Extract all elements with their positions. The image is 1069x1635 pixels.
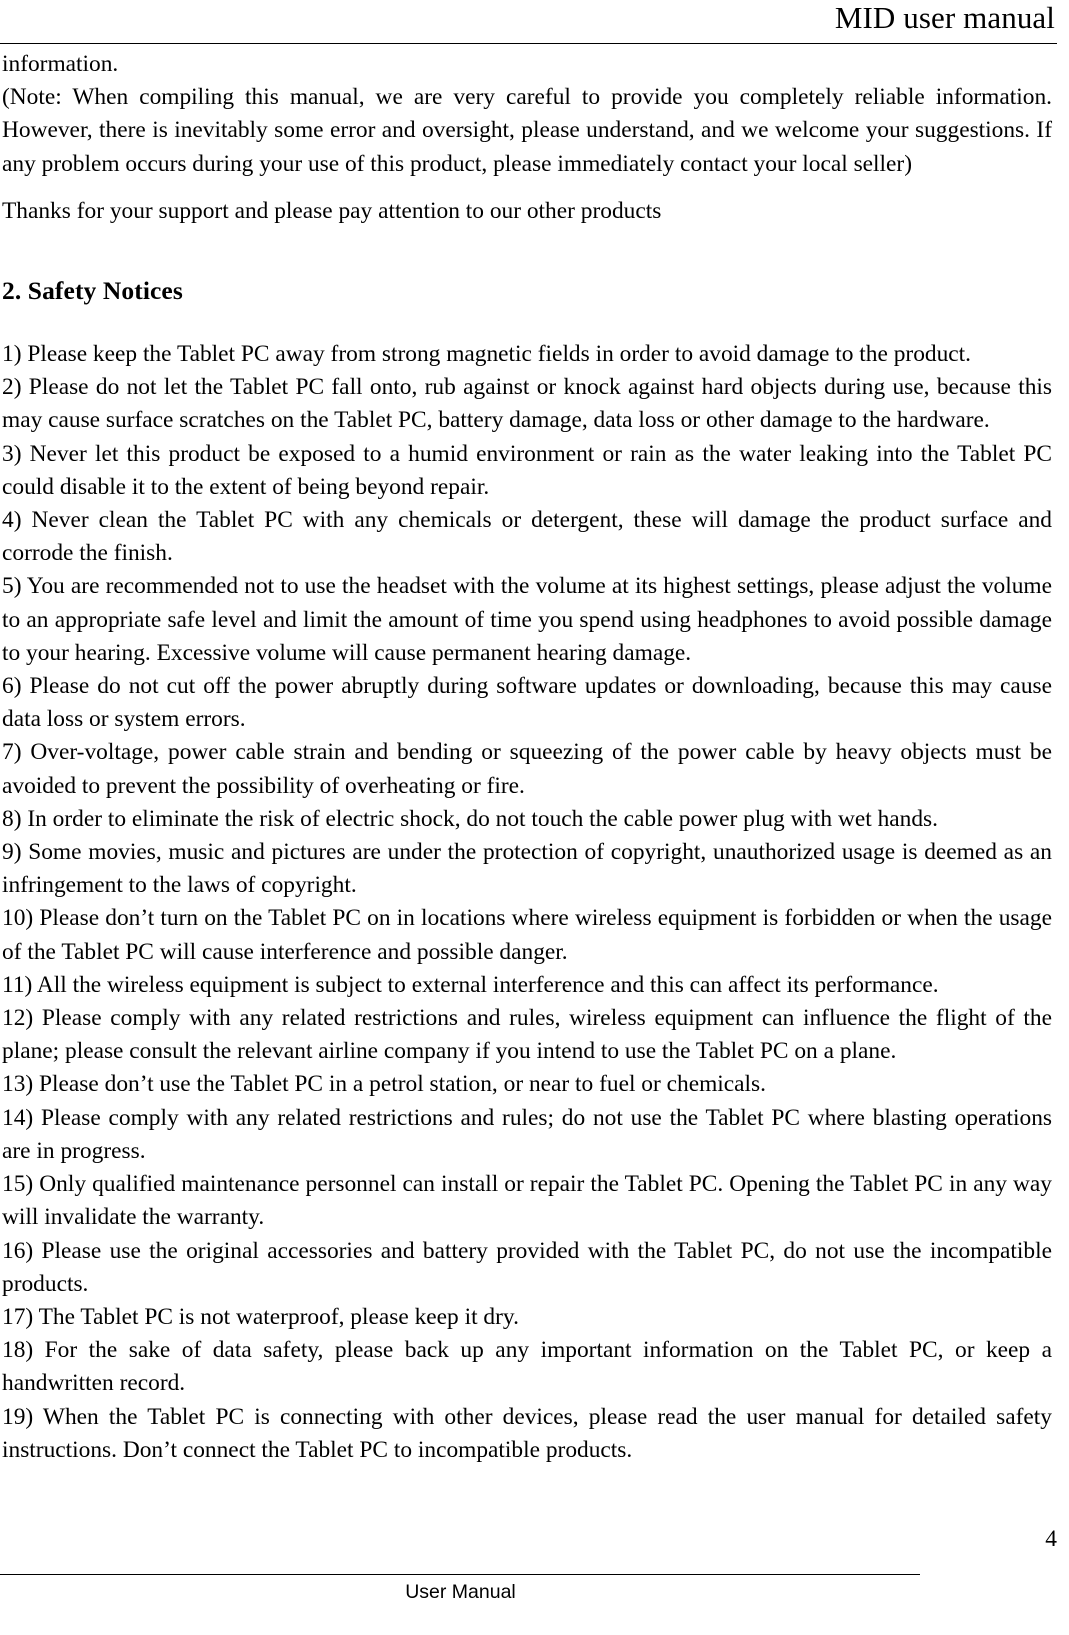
- list-item: 17) The Tablet PC is not waterproof, ple…: [2, 1303, 519, 1330]
- list-item: 19) When the Tablet PC is connecting wit…: [2, 1403, 1052, 1463]
- page-number: 4: [1045, 1526, 1057, 1552]
- list-item: 4) Never clean the Tablet PC with any ch…: [2, 507, 1052, 567]
- list-item: 14) Please comply with any related restr…: [2, 1104, 1052, 1164]
- list-item: 7) Over-voltage, power cable strain and …: [2, 739, 1052, 799]
- note-paragraph: (Note: When compiling this manual, we ar…: [2, 84, 1052, 177]
- list-item: 15) Only qualified maintenance personnel…: [2, 1171, 1052, 1231]
- section-spacer-below: [2, 308, 1052, 338]
- page-header: MID user manual: [0, 0, 1069, 46]
- list-item: 11) All the wireless equipment is subjec…: [2, 971, 939, 998]
- list-item: 1) Please keep the Tablet PC away from s…: [2, 341, 972, 368]
- footer-divider: [0, 1574, 920, 1575]
- list-item: 18) For the sake of data safety, please …: [2, 1337, 1052, 1397]
- page-footer: 4 User Manual: [0, 1525, 1069, 1635]
- list-item: 8) In order to eliminate the risk of ele…: [2, 805, 939, 832]
- list-item: 10) Please don’t turn on the Tablet PC o…: [2, 905, 1052, 965]
- thanks-paragraph: Thanks for your support and please pay a…: [2, 197, 662, 224]
- continued-text: information.: [2, 51, 119, 77]
- list-item: 5) You are recommended not to use the he…: [2, 573, 1052, 666]
- header-divider: [0, 43, 1057, 44]
- header-title: MID user manual: [834, 0, 1055, 35]
- list-item: 6) Please do not cut off the power abrup…: [2, 673, 1052, 733]
- safety-notices-list: 1) Please keep the Tablet PC away from s…: [2, 338, 1052, 1467]
- list-item: 13) Please don’t use the Tablet PC in a …: [2, 1071, 766, 1098]
- list-item: 9) Some movies, music and pictures are u…: [2, 839, 1052, 899]
- section-spacer-above: [2, 228, 1052, 274]
- document-page: MID user manual information. (Note: When…: [0, 0, 1069, 1635]
- footer-label: User Manual: [405, 1581, 516, 1603]
- page-content: information. (Note: When compiling this …: [2, 48, 1052, 1467]
- list-item: 12) Please comply with any related restr…: [2, 1005, 1052, 1065]
- list-item: 2) Please do not let the Tablet PC fall …: [2, 374, 1052, 434]
- section-heading-safety-notices: 2. Safety Notices: [2, 276, 183, 306]
- list-item: 3) Never let this product be exposed to …: [2, 440, 1052, 500]
- list-item: 16) Please use the original accessories …: [2, 1237, 1052, 1297]
